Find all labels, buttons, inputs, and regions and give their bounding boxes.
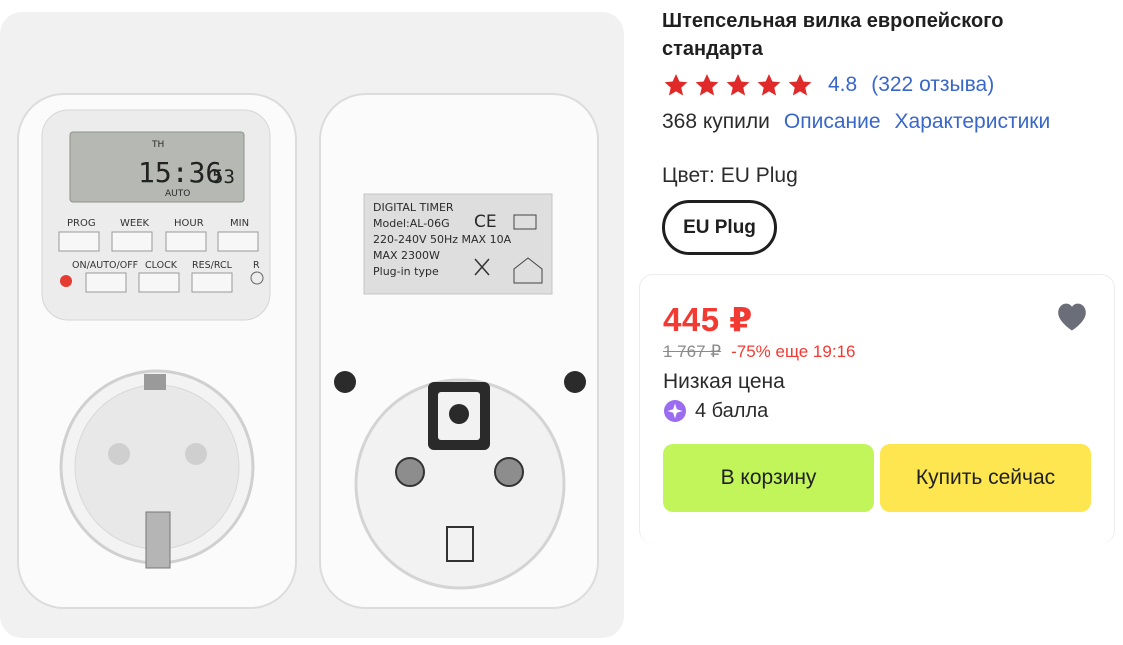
points-row: 4 балла	[663, 399, 768, 423]
timer-socket-illustration: TH 15:36 53 AUTO PROG WEEK HOUR MIN ON/A…	[17, 93, 599, 609]
points-icon	[664, 400, 686, 422]
rating-stars	[662, 72, 814, 99]
star-icon	[695, 73, 719, 96]
points-value: 4 балла	[695, 399, 769, 422]
old-price: 1 767 ₽	[663, 342, 722, 361]
btn-label-onautooff: ON/AUTO/OFF	[72, 260, 138, 271]
specs-link[interactable]: Характеристики	[895, 110, 1051, 134]
lcd-day: TH	[151, 140, 164, 150]
timer-back: DIGITAL TIMER Model:AL-06G 220-240V 50Hz…	[319, 93, 599, 609]
reviews-link[interactable]: (322 отзыва)	[871, 73, 994, 97]
current-price: 445 ₽	[663, 301, 753, 338]
lcd-seconds: 53	[212, 166, 235, 188]
meta-row: 368 купили Описание Характеристики	[662, 107, 1064, 137]
lcd-mode: AUTO	[165, 189, 190, 199]
btn-label-min: MIN	[230, 218, 249, 229]
btn-label-prog: PROG	[67, 218, 96, 229]
btn-label-clock: CLOCK	[145, 260, 178, 271]
lcd-time: 15:36	[138, 156, 222, 189]
color-label: Цвет: EU Plug	[662, 164, 798, 187]
btn-label-resrcl: RES/RCL	[192, 260, 233, 271]
ce-mark: CE	[474, 212, 497, 232]
add-to-cart-button[interactable]: В корзину	[663, 444, 874, 512]
product-image[interactable]: TH 15:36 53 AUTO PROG WEEK HOUR MIN ON/A…	[0, 12, 624, 638]
star-icon	[757, 73, 781, 96]
star-icon	[788, 73, 812, 96]
timer-front: TH 15:36 53 AUTO PROG WEEK HOUR MIN ON/A…	[17, 93, 297, 609]
rating-row[interactable]: 4.8 (322 отзыва)	[662, 70, 994, 100]
rating-value[interactable]: 4.8	[828, 73, 857, 97]
description-link[interactable]: Описание	[784, 110, 881, 134]
label-line-1: DIGITAL TIMER	[373, 201, 454, 214]
old-price-row: 1 767 ₽ -75% еще 19:16	[663, 342, 855, 362]
bought-count: 368 купили	[662, 110, 770, 133]
heart-icon[interactable]	[1054, 300, 1090, 332]
low-price-label: Низкая цена	[663, 370, 785, 393]
label-line-3: 220-240V 50Hz MAX 10A	[373, 233, 512, 246]
star-icon	[664, 73, 688, 96]
buy-now-button[interactable]: Купить сейчас	[880, 444, 1091, 512]
btn-label-hour: HOUR	[174, 218, 204, 229]
star-icon	[726, 73, 750, 96]
label-line-2: Model:AL-06G	[373, 217, 450, 230]
discount-timer: -75% еще 19:16	[731, 342, 856, 361]
btn-label-week: WEEK	[120, 218, 150, 229]
label-line-4: MAX 2300W	[373, 249, 440, 262]
variant-chip-eu-plug[interactable]: EU Plug	[662, 200, 777, 255]
btn-label-r: R	[253, 260, 260, 271]
product-title: Штепсельная вилка европейского стандарта	[662, 10, 1004, 60]
label-line-5: Plug-in type	[373, 265, 439, 278]
